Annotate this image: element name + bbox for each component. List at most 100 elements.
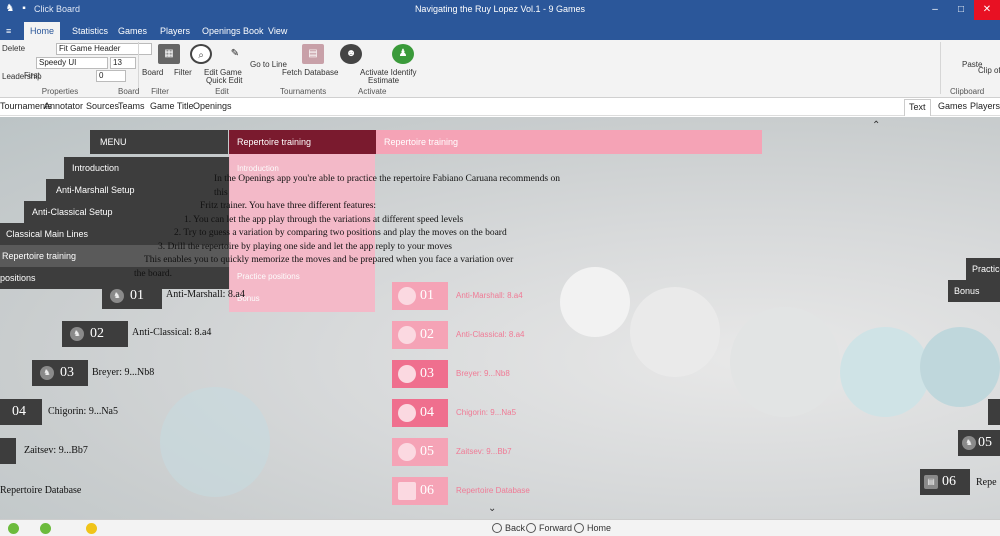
practice-button-02[interactable]: 02 (392, 321, 448, 349)
first-label: First (24, 71, 40, 80)
home-button[interactable]: Home (587, 523, 611, 533)
chapter-button-05[interactable] (0, 438, 16, 464)
maximize-icon[interactable]: □ (948, 0, 974, 20)
estimate-button[interactable]: Estimate (368, 76, 399, 85)
board-button[interactable]: Board (142, 68, 163, 77)
practice-label[interactable]: Repertoire Database (456, 486, 530, 495)
tab-text[interactable]: Text (904, 99, 931, 116)
piece-icon: ♞ (110, 288, 124, 303)
piece-icon (398, 442, 416, 461)
right-menu-practice[interactable]: Practice (966, 258, 1000, 280)
activate-icon[interactable]: ☻ (340, 44, 362, 64)
practice-button-05[interactable]: 05 (392, 438, 448, 466)
forward-button[interactable]: Forward (539, 523, 572, 533)
tab-openings-book[interactable]: Openings Book (196, 22, 270, 40)
chapter-label[interactable]: Repertoire Database (0, 485, 81, 496)
search-icon[interactable]: ⌕ (190, 44, 212, 64)
tab-view[interactable]: View (262, 22, 293, 40)
chapter-button-02[interactable]: ♞ 02 (62, 321, 128, 347)
back-icon[interactable] (492, 523, 502, 533)
source-select[interactable]: Speedy UI (36, 57, 108, 69)
scroll-up-icon[interactable]: ⌃ (872, 120, 880, 131)
chapter-button-04[interactable]: 04 (0, 399, 42, 425)
status-ok-icon (8, 523, 19, 534)
chapter-label[interactable]: Chigorin: 9...Na5 (48, 406, 118, 417)
practice-label[interactable]: Zaitsev: 9...Bb7 (456, 447, 512, 456)
background-piece (920, 327, 1000, 407)
intro-list-item: 3. Drill the repertoire by playing one s… (158, 241, 452, 252)
tab-game-title[interactable]: Game Title (150, 101, 194, 111)
practice-button-03[interactable]: 03 (392, 360, 448, 388)
chapter-label[interactable]: Zaitsev: 9...Bb7 (24, 445, 88, 456)
tab-games[interactable]: Games (112, 22, 153, 40)
edit-icon[interactable]: ✎ (224, 44, 246, 64)
practice-label[interactable]: Anti-Classical: 8.a4 (456, 330, 524, 339)
right-database-label[interactable]: Repe (976, 477, 997, 488)
practice-button-04[interactable]: 04 (392, 399, 448, 427)
piece-icon (398, 325, 416, 344)
tab-home[interactable]: Home (24, 22, 61, 40)
right-badge-05[interactable]: ♞ 05 (958, 430, 1000, 456)
number-field[interactable]: 13 (110, 57, 136, 69)
practice-label[interactable]: Breyer: 9...Nb8 (456, 369, 510, 378)
document-title: Navigating the Ruy Lopez Vol.1 - 9 Games (414, 4, 586, 14)
file-menu-icon[interactable]: ≡ (0, 22, 17, 40)
tab-players[interactable]: Players (154, 22, 196, 40)
tab-players-list[interactable]: Players (970, 101, 1000, 111)
tab-sources[interactable]: Sources (86, 101, 119, 111)
chapter-label[interactable]: Breyer: 9...Nb8 (92, 367, 154, 378)
intro-list-item: 1. You can let the app play through the … (184, 214, 464, 225)
minimize-icon[interactable]: – (922, 0, 948, 20)
intro-line: This enables you to quickly memorize the… (144, 255, 514, 265)
right-menu-bonus[interactable]: Bonus (948, 280, 1000, 302)
tab-games-list[interactable]: Games (938, 101, 967, 111)
delete-button[interactable]: Delete (2, 44, 25, 53)
tab-annotator[interactable]: Annotator (44, 101, 83, 111)
chapter-button-01[interactable]: ♞ 01 (102, 283, 162, 309)
filter-button[interactable]: Filter (174, 68, 192, 77)
status-ok-icon (40, 523, 51, 534)
background-piece (840, 327, 930, 417)
clip-button[interactable]: Clip of (978, 66, 1000, 75)
database-icon[interactable]: ▤ (302, 44, 324, 64)
piece-icon: ♞ (70, 326, 84, 341)
intro-line: In the Openings app you're able to pract… (214, 174, 560, 198)
estimate-icon[interactable]: ♟ (392, 44, 414, 64)
database-icon: ▤ (924, 474, 938, 489)
badge-number: 06 (942, 474, 956, 489)
intro-line: Fritz trainer. You have three different … (200, 201, 377, 211)
forward-icon[interactable] (526, 523, 536, 533)
status-warning-icon (86, 523, 97, 534)
back-button[interactable]: Back (505, 523, 525, 533)
close-icon[interactable]: ✕ (974, 0, 1000, 20)
group-edit: Edit (215, 87, 229, 96)
practice-label[interactable]: Anti-Marshall: 8.a4 (456, 291, 523, 300)
database-tabs: Tournaments Annotator Sources Teams Game… (0, 99, 1000, 116)
chapter-number: 04 (12, 404, 26, 419)
fetch-database-button[interactable]: Fetch Database (282, 68, 338, 77)
database-icon (398, 481, 416, 500)
practice-label[interactable]: Chigorin: 9...Na5 (456, 408, 516, 417)
practice-button-06[interactable]: 06 (392, 477, 448, 505)
scroll-down-icon[interactable]: ⌄ (488, 503, 496, 514)
practice-button-01[interactable]: 01 (392, 282, 448, 310)
piece-icon (398, 403, 416, 422)
tab-teams[interactable]: Teams (118, 101, 145, 111)
right-badge-04[interactable] (988, 399, 1000, 425)
group-filter: Filter (151, 87, 169, 96)
home-icon[interactable] (574, 523, 584, 533)
quick-edit-button[interactable]: Quick Edit (206, 76, 242, 85)
chapter-label[interactable]: Anti-Marshall: 8.a4 (166, 289, 245, 300)
count-field[interactable]: 0 (96, 70, 126, 82)
chapter-number: 03 (60, 365, 74, 380)
tab-statistics[interactable]: Statistics (66, 22, 114, 40)
chapter-label[interactable]: Anti-Classical: 8.a4 (132, 327, 211, 338)
board-icon[interactable]: ▦ (158, 44, 180, 64)
intro-line: the board. (134, 268, 172, 279)
practice-number: 01 (420, 288, 434, 303)
submenu-introduction[interactable]: Introduction (237, 164, 279, 173)
chapter-button-03[interactable]: ♞ 03 (32, 360, 88, 386)
tab-openings[interactable]: Openings (193, 101, 232, 111)
right-badge-06[interactable]: ▤ 06 (920, 469, 970, 495)
group-properties: Properties (41, 87, 79, 96)
